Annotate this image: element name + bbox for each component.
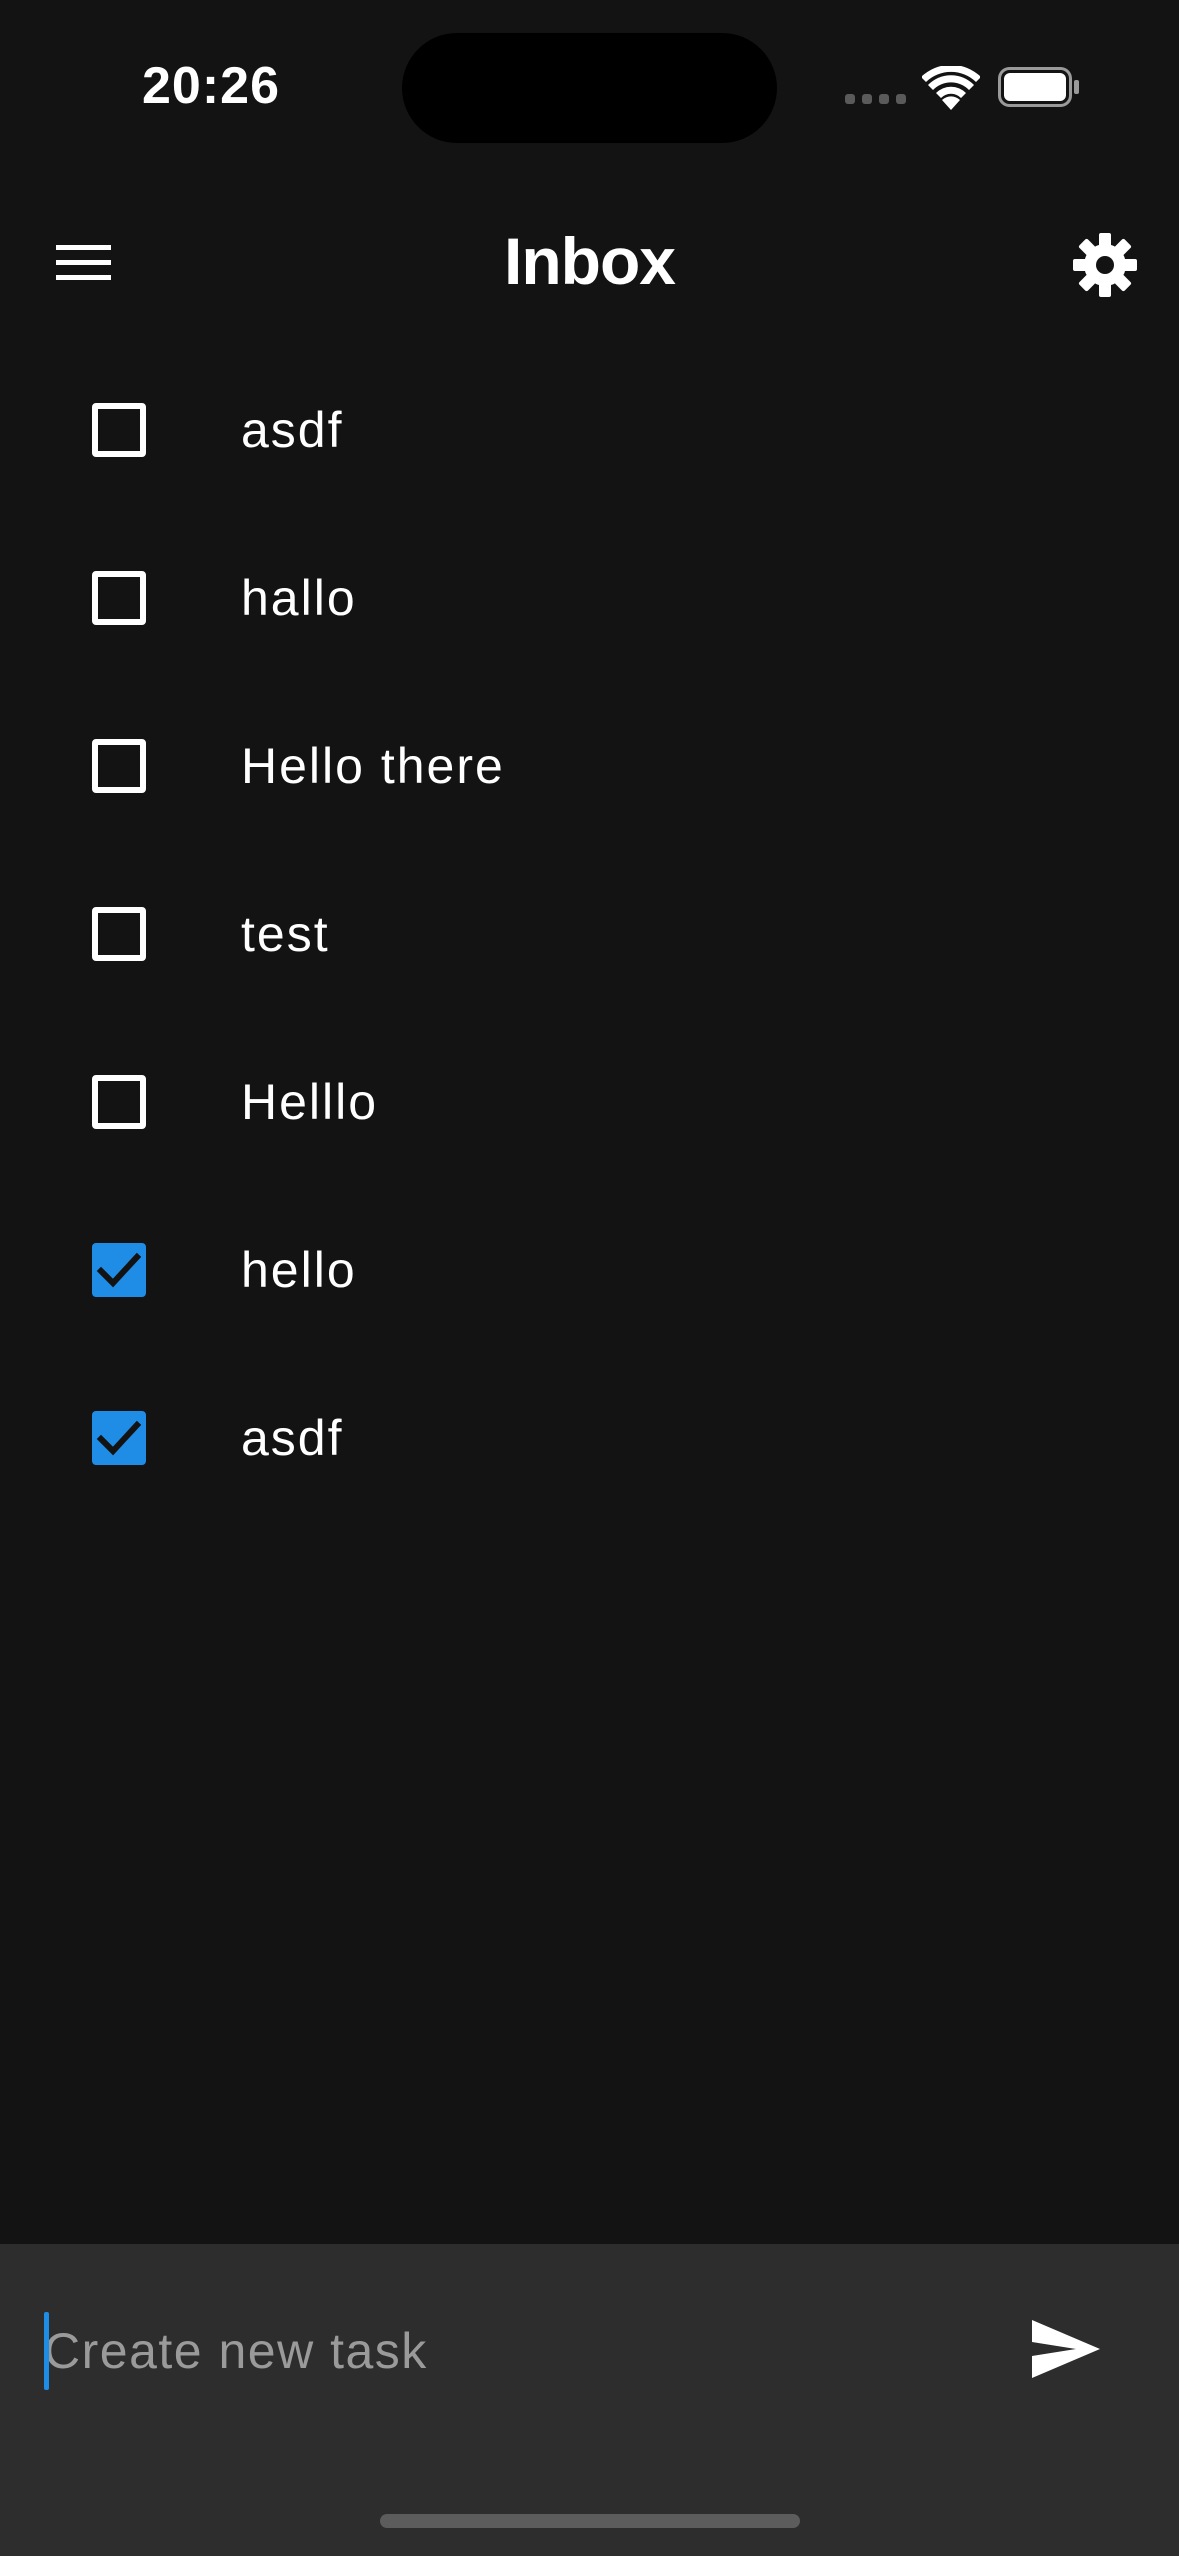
text-cursor [44,2312,49,2390]
task-item[interactable]: asdf [0,346,1179,514]
task-item[interactable]: asdf [0,1354,1179,1522]
gear-icon [1073,233,1137,297]
dynamic-island [402,33,777,143]
task-label: test [241,906,330,962]
task-checkbox[interactable] [92,1243,146,1297]
task-checkbox[interactable] [92,403,146,457]
new-task-input[interactable] [44,2306,944,2396]
task-item[interactable]: hello [0,1186,1179,1354]
checkmark-icon [96,1252,142,1288]
task-checkbox[interactable] [92,739,146,793]
status-time: 20:26 [142,57,280,115]
task-label: Hello there [241,738,505,794]
cellular-signal-icon [845,94,906,104]
page-title: Inbox [504,224,676,298]
task-label: asdf [241,1410,344,1466]
task-label: Helllo [241,1074,379,1130]
task-label: hallo [241,570,357,626]
task-item[interactable]: Helllo [0,1018,1179,1186]
checkmark-icon [96,1420,142,1456]
send-button[interactable] [1018,2304,1108,2394]
app-header: Inbox [0,195,1179,330]
task-checkbox[interactable] [92,907,146,961]
task-label: hello [241,1242,357,1298]
status-bar: 20:26 [0,0,1179,180]
home-indicator [380,2514,800,2528]
task-checkbox[interactable] [92,1075,146,1129]
task-label: asdf [241,402,344,458]
task-checkbox[interactable] [92,571,146,625]
wifi-icon [921,64,981,110]
send-icon [1032,2320,1100,2378]
task-list: asdf hallo Hello there test Helllo hello… [0,346,1179,1522]
task-composer [0,2244,1179,2556]
battery-icon [998,67,1080,107]
task-checkbox[interactable] [92,1411,146,1465]
task-item[interactable]: test [0,850,1179,1018]
task-item[interactable]: hallo [0,514,1179,682]
settings-button[interactable] [1060,220,1150,310]
task-item[interactable]: Hello there [0,682,1179,850]
